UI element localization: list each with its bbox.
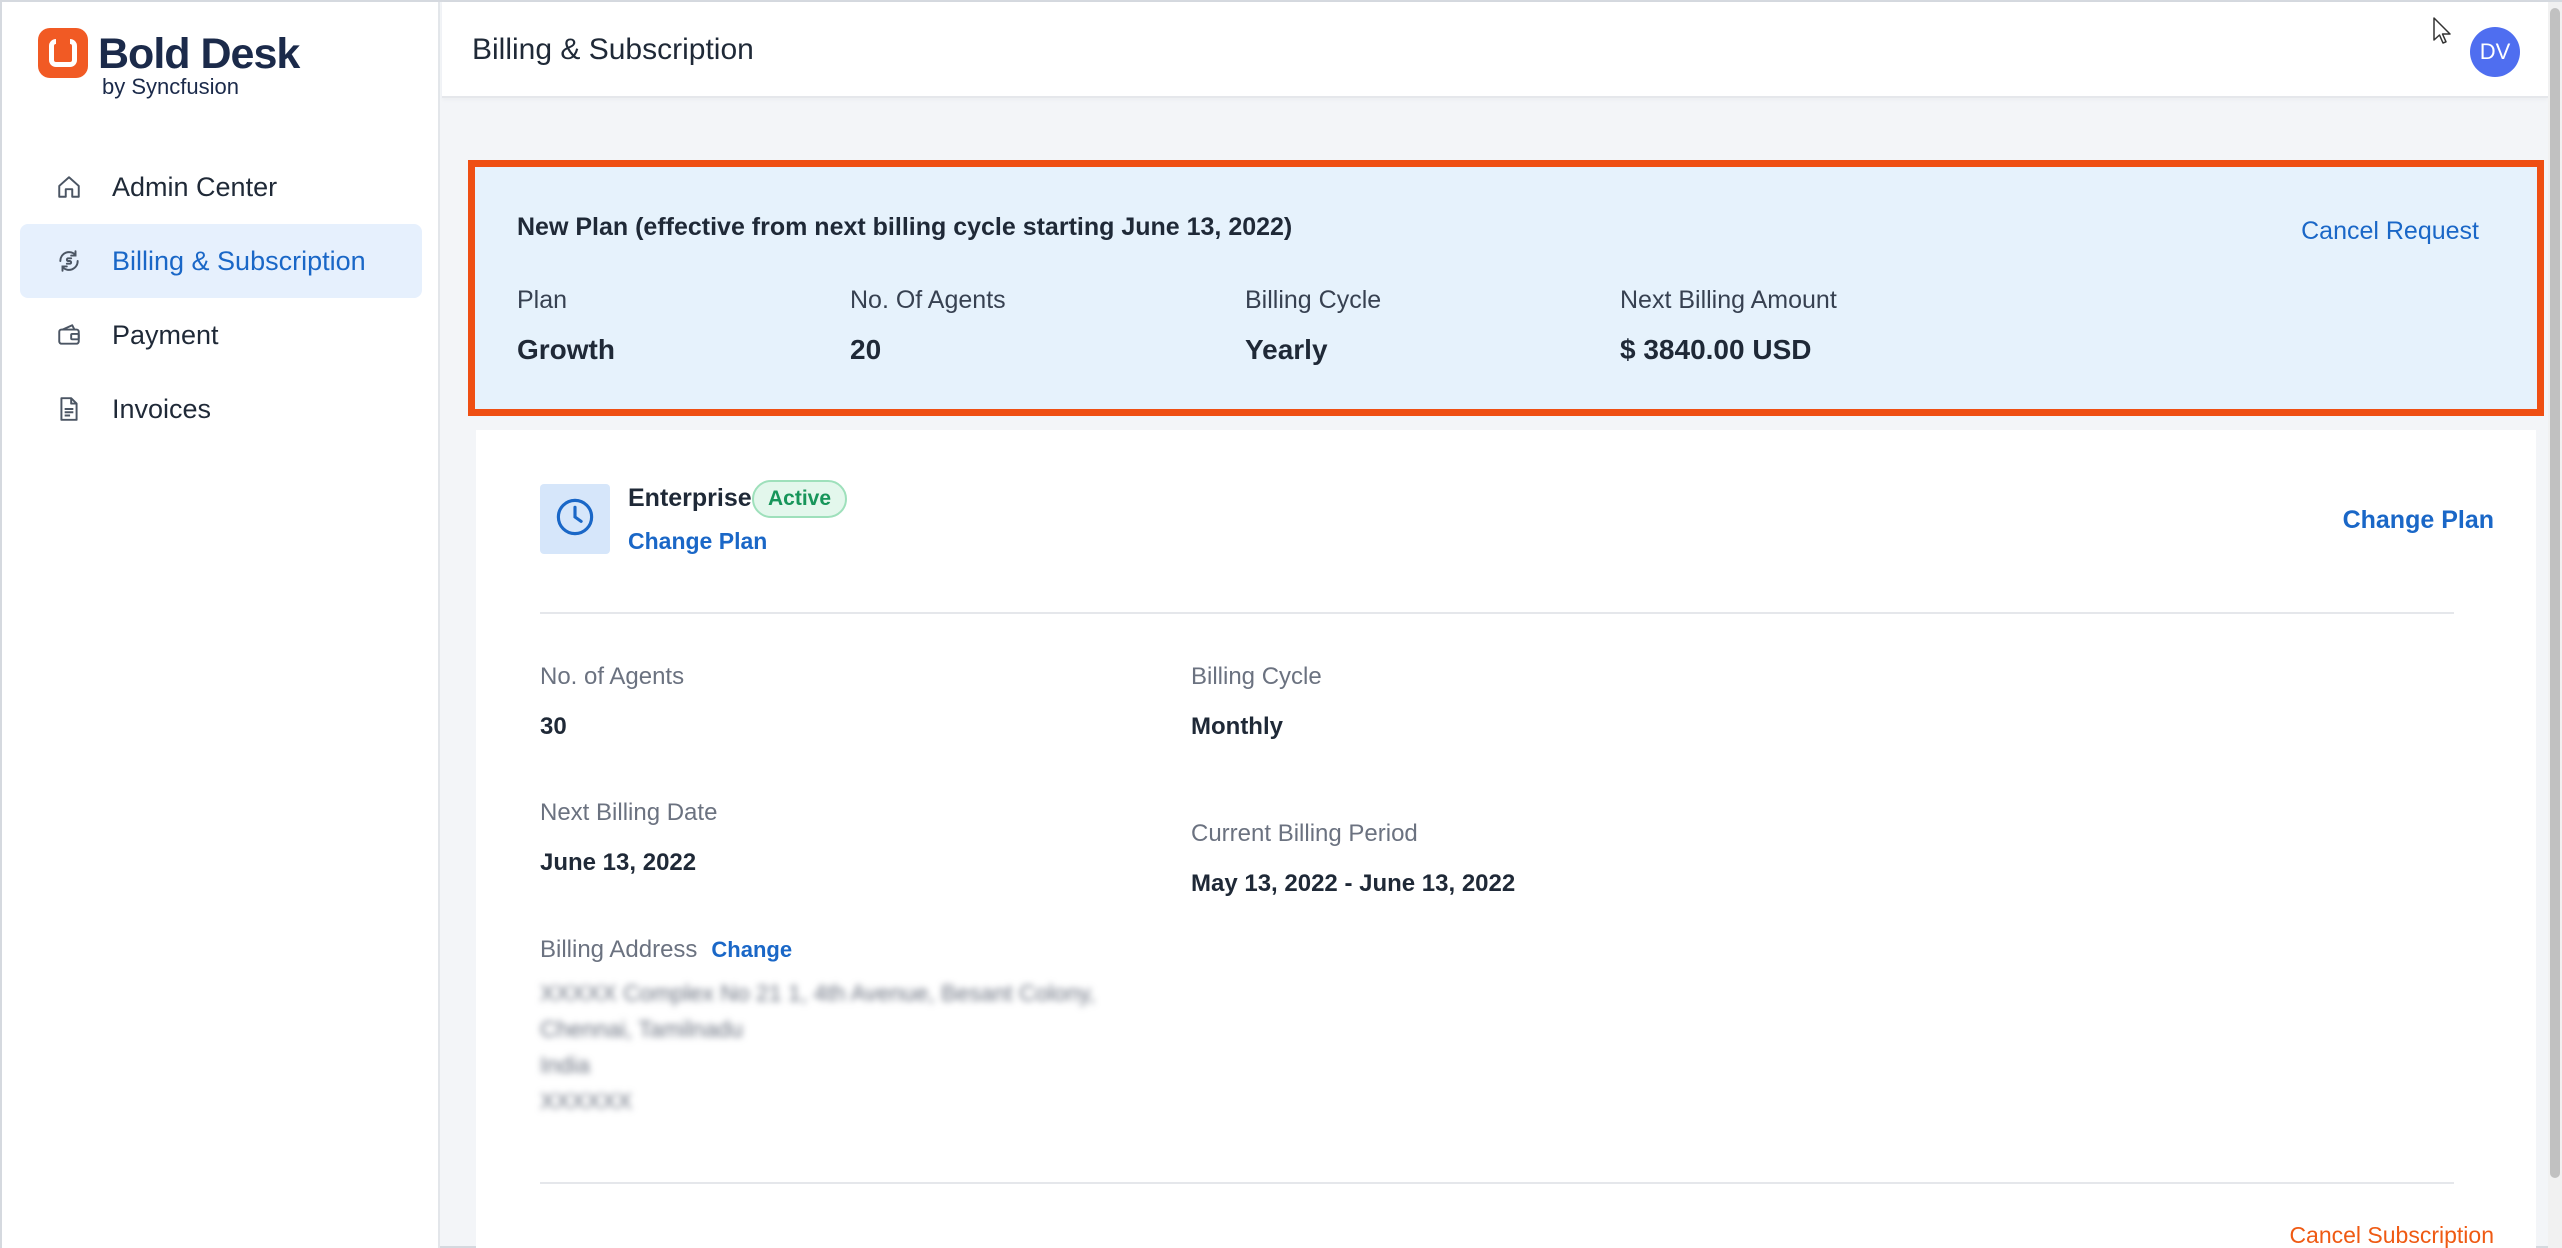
sidebar-item-label: Billing & Subscription <box>112 245 366 276</box>
field-billing-cycle: Billing Cycle Monthly <box>1191 662 1322 742</box>
field-label: No. Of Agents <box>850 286 1006 314</box>
field-label: Next Billing Date <box>540 799 718 826</box>
divider <box>540 1182 2454 1184</box>
address-line: XXXXX Complex No 21 1, 4th Avenue, Besan… <box>540 980 1096 1006</box>
address-lines: XXXXX Complex No 21 1, 4th Avenue, Besan… <box>540 975 1095 1119</box>
field-label: Billing Cycle <box>1191 663 1322 690</box>
app-window: Bold Desk by Syncfusion Admin Center Bil… <box>0 0 2562 1248</box>
change-address-link[interactable]: Change <box>711 937 792 963</box>
field-value: 30 <box>540 713 567 740</box>
top-header: Billing & Subscription DV <box>442 2 2548 98</box>
address-line: Chennai, Tamilnadu <box>540 1016 743 1042</box>
field-value: Yearly <box>1245 334 1328 365</box>
scrollbar-thumb[interactable] <box>2550 8 2560 1178</box>
mouse-cursor-icon <box>2432 16 2454 46</box>
field-label: Billing Address <box>540 936 698 963</box>
field-value: Monthly <box>1191 713 1283 740</box>
status-badge: Active <box>752 480 848 518</box>
sidebar-item-label: Admin Center <box>112 171 278 202</box>
plan-icon-box <box>540 484 610 554</box>
main-content: New Plan (effective from next billing cy… <box>442 100 2548 1248</box>
vertical-scrollbar[interactable] <box>2548 2 2562 1248</box>
new-plan-title: New Plan (effective from next billing cy… <box>517 213 1293 241</box>
plan-name: Enterprise <box>628 484 752 512</box>
field-value: June 13, 2022 <box>540 849 697 876</box>
change-plan-button[interactable]: Change Plan <box>2343 506 2494 535</box>
sidebar-item-label: Invoices <box>112 393 212 424</box>
field-agents: No. of Agents 30 <box>540 662 684 742</box>
address-label-row: Billing Address Change <box>540 935 1095 965</box>
logo-title: Bold Desk <box>98 30 300 78</box>
field-label: No. of Agents <box>540 663 685 690</box>
divider <box>540 612 2454 614</box>
change-plan-link[interactable]: Change Plan <box>628 528 767 555</box>
sidebar: Bold Desk by Syncfusion Admin Center Bil… <box>2 2 440 1248</box>
field-label: Next Billing Amount <box>1620 286 1837 314</box>
user-avatar[interactable]: DV <box>2470 27 2520 77</box>
sidebar-nav: Admin Center Billing & Subscription Paym… <box>20 150 422 446</box>
home-icon <box>54 172 84 202</box>
field-next-billing-date: Next Billing Date June 13, 2022 <box>540 798 717 878</box>
field-value: May 13, 2022 - June 13, 2022 <box>1191 870 1516 897</box>
sidebar-item-invoices[interactable]: Invoices <box>20 372 422 446</box>
field-label: Current Billing Period <box>1191 820 1418 847</box>
sidebar-item-payment[interactable]: Payment <box>20 298 422 372</box>
document-icon <box>54 394 84 424</box>
page-title: Billing & Subscription <box>472 33 754 66</box>
address-line: India <box>540 1052 590 1078</box>
sidebar-item-billing-subscription[interactable]: Billing & Subscription <box>20 224 422 298</box>
logo-subtitle: by Syncfusion <box>102 74 239 99</box>
new-plan-banner: New Plan (effective from next billing cy… <box>468 160 2544 416</box>
bolddesk-logo[interactable]: Bold Desk by Syncfusion <box>38 28 338 100</box>
field-label: Plan <box>517 286 568 314</box>
field-value: 20 <box>850 334 882 365</box>
field-billing-address: Billing Address Change XXXXX Complex No … <box>540 935 1095 1119</box>
billing-icon <box>54 246 84 276</box>
sidebar-item-admin-center[interactable]: Admin Center <box>20 150 422 224</box>
clock-icon <box>554 496 596 543</box>
new-plan-field-next-amount: Next Billing Amount $ 3840.00 USD <box>1620 285 1837 367</box>
address-line: XXXXXX <box>540 1088 633 1114</box>
current-plan-card: Enterprise Active Change Plan Change Pla… <box>476 430 2536 1248</box>
cancel-request-link[interactable]: Cancel Request <box>2301 217 2479 246</box>
new-plan-field-plan: Plan Growth <box>517 285 615 367</box>
field-label: Billing Cycle <box>1245 286 1382 314</box>
cancel-subscription-link[interactable]: Cancel Subscription <box>2289 1222 2494 1248</box>
bolddesk-logo-icon <box>38 28 88 78</box>
field-current-billing-period: Current Billing Period May 13, 2022 - Ju… <box>1191 819 1515 899</box>
new-plan-field-billing-cycle: Billing Cycle Yearly <box>1245 285 1381 367</box>
sidebar-item-label: Payment <box>112 319 219 350</box>
new-plan-field-agents: No. Of Agents 20 <box>850 285 1006 367</box>
wallet-icon <box>54 320 84 350</box>
field-value: $ 3840.00 USD <box>1620 334 1812 365</box>
field-value: Growth <box>517 334 615 365</box>
